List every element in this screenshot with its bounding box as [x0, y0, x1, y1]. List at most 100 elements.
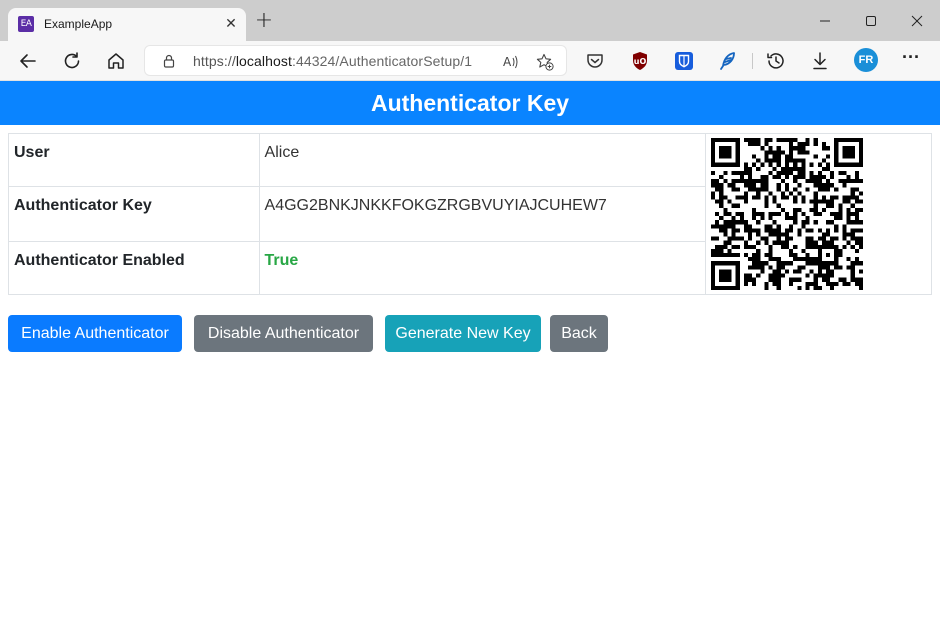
qr-module	[846, 154, 851, 159]
qr-module	[764, 183, 769, 188]
qr-module	[842, 281, 847, 286]
qr-module	[797, 174, 802, 180]
qr-module	[715, 199, 720, 204]
qr-module	[785, 170, 790, 175]
qr-module	[719, 187, 724, 192]
qr-module	[797, 142, 802, 147]
qr-module	[772, 228, 777, 233]
qr-module	[723, 154, 728, 159]
new-tab-icon[interactable]: +	[252, 9, 276, 33]
generate-new-key-button[interactable]: Generate New Key	[385, 315, 541, 352]
svg-text:uO: uO	[634, 57, 647, 66]
qr-module	[785, 187, 790, 192]
qr-module	[842, 183, 847, 188]
qr-module	[731, 253, 736, 258]
qr-module	[744, 138, 749, 143]
back-button[interactable]: Back	[550, 315, 608, 352]
qr-module	[859, 154, 864, 159]
qr-module	[756, 248, 761, 254]
qr-module	[756, 187, 761, 192]
qr-module	[764, 236, 769, 241]
ublock-icon[interactable]: uO	[628, 49, 652, 73]
qr-module	[834, 253, 839, 258]
qr-module	[859, 261, 864, 266]
qr-module	[719, 174, 724, 180]
pocket-icon[interactable]	[583, 49, 607, 73]
qr-module	[846, 138, 851, 143]
qr-module	[834, 187, 839, 192]
qr-module	[859, 142, 864, 147]
qr-module	[715, 183, 720, 188]
qr-module	[801, 170, 806, 175]
qr-module	[768, 265, 773, 270]
more-menu-icon[interactable]: ···	[898, 48, 924, 72]
qr-module	[760, 216, 765, 221]
qr-module	[830, 195, 835, 200]
address-bar[interactable]: https://localhost:44324/AuthenticatorSet…	[144, 45, 567, 76]
qr-module	[830, 183, 835, 188]
qr-module	[776, 183, 782, 188]
qr-module	[789, 216, 794, 221]
qr-module	[719, 273, 724, 278]
qr-module	[768, 277, 773, 282]
qr-module	[789, 277, 794, 282]
qr-module	[859, 285, 864, 290]
download-icon[interactable]	[808, 49, 832, 73]
qr-module	[723, 277, 728, 282]
bitwarden-icon[interactable]	[672, 49, 696, 73]
qr-module	[752, 257, 757, 262]
qr-module	[818, 285, 823, 290]
qr-module	[781, 138, 786, 143]
profile-avatar[interactable]: FR	[854, 48, 878, 72]
refresh-icon[interactable]	[60, 49, 84, 73]
qr-module	[752, 154, 757, 159]
home-icon[interactable]	[104, 49, 128, 73]
qr-module	[850, 232, 855, 237]
qr-module	[838, 170, 843, 175]
qr-module	[727, 220, 732, 225]
qr-module	[834, 281, 839, 286]
qr-module	[727, 248, 732, 254]
qr-module	[785, 183, 790, 188]
qr-module	[809, 228, 814, 233]
qr-module	[756, 253, 761, 258]
qr-module	[842, 224, 847, 229]
qr-module	[764, 281, 769, 286]
qr-module	[854, 207, 860, 212]
qr-module	[842, 199, 847, 204]
qr-module	[846, 265, 851, 270]
qr-module	[822, 236, 827, 241]
qr-module	[801, 248, 806, 254]
window-close-icon[interactable]	[902, 8, 932, 34]
qr-module	[838, 138, 843, 143]
browser-tab[interactable]: EA ExampleApp ✕	[8, 8, 246, 41]
maximize-icon[interactable]	[856, 8, 886, 34]
favorites-icon[interactable]	[535, 52, 555, 72]
feather-icon[interactable]	[716, 49, 740, 73]
qr-module	[772, 277, 777, 282]
qr-module	[776, 265, 782, 270]
qr-module	[818, 174, 823, 180]
qr-module	[818, 273, 823, 278]
qr-module	[789, 138, 794, 143]
qr-module	[854, 257, 860, 262]
qr-module	[785, 232, 790, 237]
history-icon[interactable]	[764, 49, 788, 73]
qr-module	[719, 162, 724, 167]
disable-authenticator-button[interactable]: Disable Authenticator	[194, 315, 373, 352]
enable-authenticator-button[interactable]: Enable Authenticator	[8, 315, 182, 352]
qr-module	[854, 138, 860, 143]
url-text[interactable]: https://localhost:44324/AuthenticatorSet…	[193, 53, 472, 69]
qr-module	[813, 240, 819, 245]
back-arrow-icon[interactable]	[16, 49, 40, 73]
tab-close-icon[interactable]: ✕	[222, 14, 240, 34]
lock-icon[interactable]	[161, 53, 177, 69]
read-aloud-icon[interactable]: A	[501, 52, 521, 72]
qr-module	[748, 224, 753, 229]
qr-module	[764, 138, 769, 143]
qr-module	[850, 220, 855, 225]
qr-module	[768, 248, 773, 254]
qr-module	[723, 240, 728, 245]
minimize-icon[interactable]	[810, 8, 840, 34]
url-host: localhost	[235, 53, 292, 69]
